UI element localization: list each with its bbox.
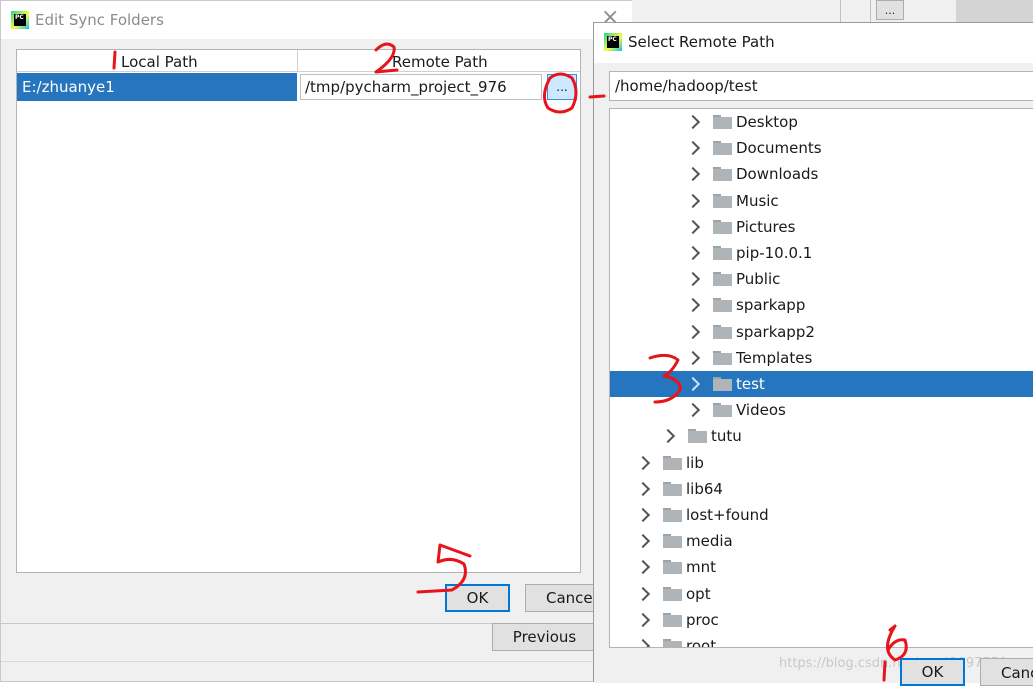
annotation-mark-3 xyxy=(648,353,682,404)
annotation-mark-6 xyxy=(882,624,908,682)
annotation-circle-browse xyxy=(543,72,578,114)
annotation-mark-2 xyxy=(374,42,399,74)
annotation-mark-5 xyxy=(416,543,472,594)
annotation-dash xyxy=(588,94,606,99)
annotation-layer xyxy=(112,42,908,682)
annotation-mark-1 xyxy=(112,50,117,70)
